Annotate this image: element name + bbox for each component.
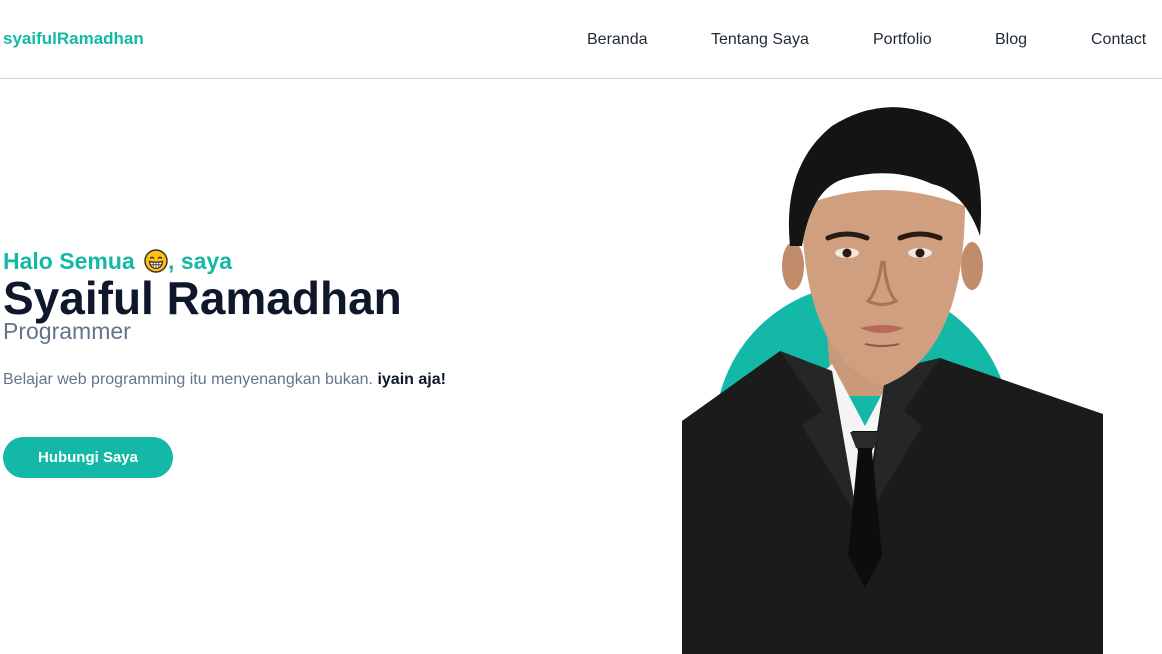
contact-me-button[interactable]: Hubungi Saya [3, 437, 173, 478]
hero-section: Halo Semua , saya Syaiful Ramadhan Progr… [3, 244, 563, 390]
nav-link-portfolio[interactable]: Portfolio [873, 30, 932, 50]
profile-photo-illustration [682, 107, 1103, 654]
greeting-text: Halo Semua [3, 248, 135, 274]
nav-link-contact[interactable]: Contact [1091, 30, 1146, 50]
brand-logo[interactable]: syaifulRamadhan [3, 29, 144, 49]
hero-tagline: Belajar web programming itu menyenangkan… [3, 370, 563, 390]
nav-link-blog[interactable]: Blog [995, 30, 1027, 50]
profile-photo [682, 96, 1103, 654]
tagline-text: Belajar web programming itu menyenangkan… [3, 371, 373, 388]
nav-link-tentang-saya[interactable]: Tentang Saya [711, 30, 809, 50]
greeting-suffix: , saya [168, 248, 232, 274]
nav-link-beranda[interactable]: Beranda [587, 30, 648, 50]
tagline-bold: iyain aja! [377, 371, 446, 388]
grinning-face-icon [144, 249, 168, 273]
navbar: syaifulRamadhan Beranda Tentang Saya Por… [0, 0, 1162, 79]
